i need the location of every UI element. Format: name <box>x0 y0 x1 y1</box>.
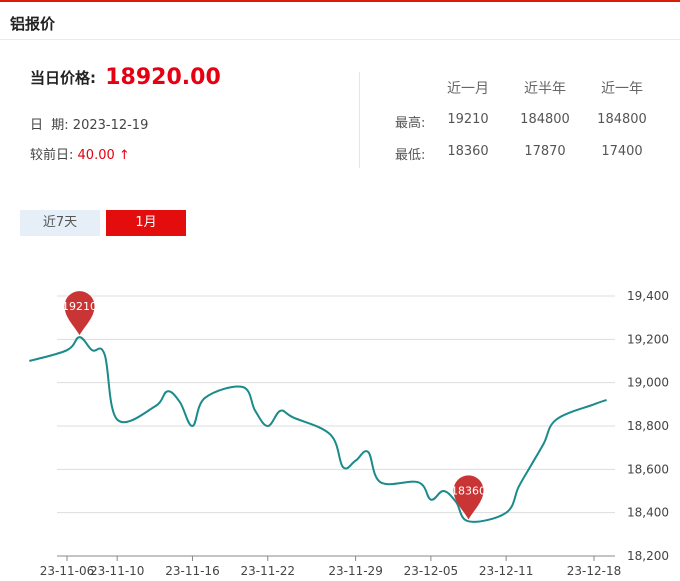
x-tick-label: 23-11-29 <box>328 564 382 578</box>
stats-low-halfyear: 17870 <box>524 144 566 159</box>
tab-7-days[interactable]: 近7天 <box>20 210 100 236</box>
y-tick-label: 18,600 <box>627 462 669 476</box>
price-series-line <box>29 336 607 523</box>
panel-header: 铝报价 <box>0 2 680 40</box>
y-tick-label: 18,800 <box>627 419 669 433</box>
date-label: 日 期: <box>30 118 69 133</box>
pin-label: 18360 <box>451 484 486 497</box>
price-label: 当日价格: <box>30 69 96 87</box>
stats-high-halfyear: 184800 <box>520 112 570 127</box>
x-tick-label: 23-11-22 <box>241 564 295 578</box>
y-tick-label: 19,400 <box>627 289 669 303</box>
tab-1-month[interactable]: 1月 <box>106 210 186 236</box>
vertical-divider <box>359 72 360 168</box>
pin-label: 19210 <box>62 300 97 313</box>
x-tick-label: 23-12-18 <box>567 564 621 578</box>
pin-marker: 19210 <box>62 291 97 336</box>
stats-high-month: 19210 <box>447 112 489 127</box>
stats-high-year: 184800 <box>597 112 647 127</box>
stats-low-month: 18360 <box>447 144 489 159</box>
change-label: 较前日: <box>30 148 74 163</box>
x-tick-label: 23-11-10 <box>90 564 144 578</box>
x-tick-label: 23-12-05 <box>404 564 458 578</box>
stats-col-month: 近一月 <box>447 81 489 97</box>
date-row: 日 期: 2023-12-19 <box>30 114 148 133</box>
date-value: 2023-12-19 <box>72 118 149 133</box>
change-row: 较前日: 40.00 ↑ <box>30 144 130 163</box>
y-tick-label: 19,200 <box>627 332 669 346</box>
current-price-row: 当日价格: 18920.00 <box>30 64 221 90</box>
price-line-chart: 19,400 19,200 19,000 18,800 18,600 18,400 18,2… <box>29 289 669 578</box>
y-tick-label: 18,400 <box>627 506 669 520</box>
panel-title: 铝报价 <box>10 15 56 33</box>
stats-low-year: 17400 <box>601 144 643 159</box>
current-price: 18920.00 <box>105 65 221 90</box>
x-tick-label: 23-12-11 <box>479 564 533 578</box>
change-value: 40.00 ↑ <box>77 148 130 163</box>
stats-col-year: 近一年 <box>601 81 643 97</box>
x-tick-label: 23-11-16 <box>165 564 219 578</box>
x-tick-label: 23-11-06 <box>40 564 94 578</box>
y-tick-label: 19,000 <box>627 376 669 390</box>
stats-col-halfyear: 近半年 <box>524 81 566 97</box>
y-tick-label: 18,200 <box>627 549 669 563</box>
